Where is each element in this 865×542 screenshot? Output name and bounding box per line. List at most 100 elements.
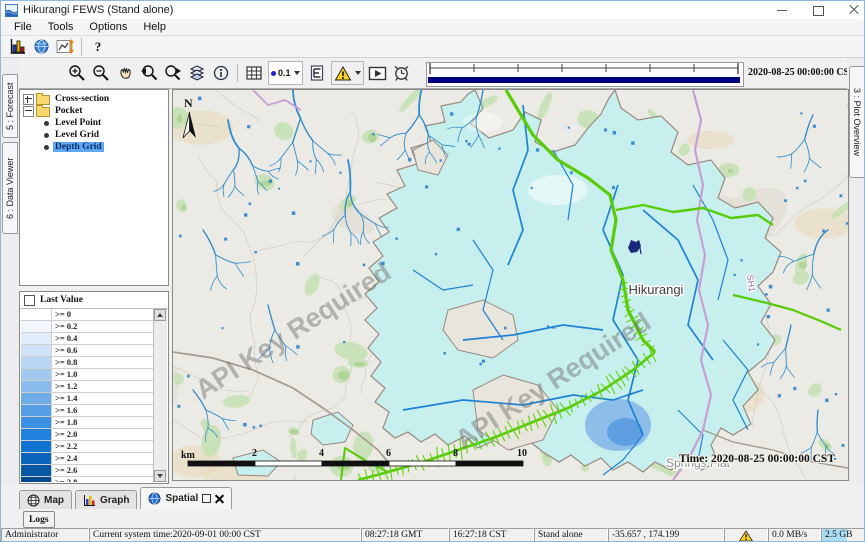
time-settings-button[interactable]: [390, 60, 414, 86]
minimize-icon[interactable]: [776, 4, 788, 16]
map-canvas[interactable]: API Key Required API Key Required Hikura…: [173, 90, 848, 480]
layers-icon: [188, 64, 206, 82]
right-tab-strip: 3 : Plot Overview: [847, 58, 865, 487]
zoom-next-button[interactable]: [161, 60, 185, 86]
zoom-previous-button[interactable]: [137, 60, 161, 86]
time-slider[interactable]: [426, 62, 744, 87]
timeseries-chart-icon: [56, 38, 74, 55]
town-label: Hikurangi: [629, 282, 684, 297]
tree-item-pocket[interactable]: Pocket: [20, 105, 168, 117]
legend-row[interactable]: >= 1.6: [21, 405, 154, 417]
last-value-checkbox[interactable]: [24, 295, 35, 306]
status-system-time: Current system time:2020-09-01 00:00 CST: [89, 528, 361, 542]
status-local-time: 16:27:18 CST: [449, 528, 534, 542]
expand-icon[interactable]: [23, 94, 34, 105]
logs-button[interactable]: Logs: [23, 511, 55, 528]
road-label: SH1: [745, 274, 757, 293]
maximize-icon[interactable]: [812, 4, 824, 16]
legend-row[interactable]: >= 0: [21, 309, 154, 321]
legend-scrollbar[interactable]: [153, 309, 167, 482]
pan-button[interactable]: [113, 60, 137, 86]
legend-row[interactable]: >= 1.2: [21, 381, 154, 393]
legend-row[interactable]: >= 2.8: [21, 477, 154, 482]
legend-swatch: [21, 369, 52, 380]
scroll-down-icon[interactable]: [154, 470, 166, 482]
legend-swatch: [21, 453, 52, 464]
close-icon[interactable]: [848, 4, 860, 16]
menu-file[interactable]: File: [7, 20, 39, 34]
tree-item-cross-section[interactable]: Cross-section: [20, 93, 168, 105]
status-memory: 2.5 GB: [821, 528, 865, 542]
spatial-display-button[interactable]: [29, 34, 53, 60]
legend-label: >= 1.4: [52, 393, 154, 404]
tab-forecast[interactable]: 5 : Forecast: [2, 74, 18, 138]
legend-label: >= 0.8: [52, 357, 154, 368]
collapse-icon[interactable]: [23, 106, 34, 117]
legend-swatch: [21, 345, 52, 356]
legend-row[interactable]: >= 2.4: [21, 453, 154, 465]
contour-labels-button[interactable]: [305, 60, 329, 86]
tab-close-icon[interactable]: [215, 494, 224, 503]
menu-help[interactable]: Help: [136, 20, 173, 34]
leaf-bullet-icon: [44, 145, 49, 150]
tab-spatial[interactable]: Spatial: [140, 487, 232, 509]
legend-row[interactable]: >= 0.2: [21, 321, 154, 333]
legend-row[interactable]: >= 1.4: [21, 393, 154, 405]
map-view[interactable]: API Key Required API Key Required Hikura…: [172, 89, 849, 481]
legend-rows: >= 0>= 0.2>= 0.4>= 0.6>= 0.8>= 1.0>= 1.2…: [21, 309, 154, 482]
legend-row[interactable]: >= 2.6: [21, 465, 154, 477]
tab-plot-overview[interactable]: 3 : Plot Overview: [849, 66, 865, 178]
legend-swatch: [21, 309, 52, 320]
menu-options[interactable]: Options: [82, 20, 134, 34]
svg-text:2: 2: [252, 448, 257, 459]
shallow-patch: [528, 175, 588, 205]
status-bar: Administrator Current system time:2020-0…: [1, 528, 865, 542]
time-slider-bar[interactable]: [428, 77, 740, 83]
legend-label: >= 1.6: [52, 405, 154, 416]
forecast-dialog-button[interactable]: [5, 34, 29, 60]
tree-item-level-point[interactable]: Level Point: [20, 117, 168, 129]
toolbar-separator: [237, 64, 238, 82]
legend-row[interactable]: >= 1.8: [21, 417, 154, 429]
legend-label: >= 1.0: [52, 369, 154, 380]
animation-panel-button[interactable]: [366, 60, 390, 86]
help-button[interactable]: ?: [86, 34, 110, 60]
tab-graph[interactable]: Graph: [75, 490, 137, 509]
layers-button[interactable]: [185, 60, 209, 86]
legend-title: Last Value: [40, 295, 83, 305]
status-mode: Stand alone: [534, 528, 608, 542]
alarm-clock-icon: [392, 64, 411, 82]
legend-row[interactable]: >= 1.0: [21, 369, 154, 381]
legend-row[interactable]: >= 2.0: [21, 429, 154, 441]
timeseries-display-button[interactable]: [53, 34, 77, 60]
zoom-out-button[interactable]: [89, 60, 113, 86]
status-coordinates: -35.657 , 174.199: [608, 528, 724, 542]
tab-maximize-icon[interactable]: [202, 494, 211, 503]
zoom-in-button[interactable]: [65, 60, 89, 86]
svg-text:N: N: [184, 96, 193, 110]
legend-label: >= 0.2: [52, 321, 154, 332]
legend-swatch: [21, 429, 52, 440]
threshold-dropdown[interactable]: 0.1: [268, 61, 303, 85]
hand-icon: [116, 64, 134, 82]
tab-map[interactable]: Map: [19, 490, 72, 509]
warnings-dropdown[interactable]: [331, 61, 364, 85]
status-throughput: 0.0 MB/s: [768, 528, 821, 542]
scroll-up-icon[interactable]: [154, 309, 166, 321]
main-toolbar: ?: [1, 36, 865, 58]
legend-label: >= 2.4: [52, 453, 154, 464]
legend-row[interactable]: >= 0.6: [21, 345, 154, 357]
info-button[interactable]: [209, 60, 233, 86]
menu-tools[interactable]: Tools: [41, 20, 81, 34]
grid-display-button[interactable]: [242, 60, 266, 86]
grid-icon: [245, 64, 263, 82]
legend-label: >= 2.8: [52, 477, 154, 482]
tree-item-level-grid[interactable]: Level Grid: [20, 129, 168, 141]
tree-item-depth-grid[interactable]: Depth Grid: [20, 141, 168, 153]
chevron-down-icon: [355, 71, 361, 75]
legend-row[interactable]: >= 0.8: [21, 357, 154, 369]
legend-row[interactable]: >= 0.4: [21, 333, 154, 345]
tab-data-viewer[interactable]: 6 : Data Viewer: [2, 142, 18, 234]
status-warning[interactable]: [724, 528, 768, 542]
legend-row[interactable]: >= 2.2: [21, 441, 154, 453]
